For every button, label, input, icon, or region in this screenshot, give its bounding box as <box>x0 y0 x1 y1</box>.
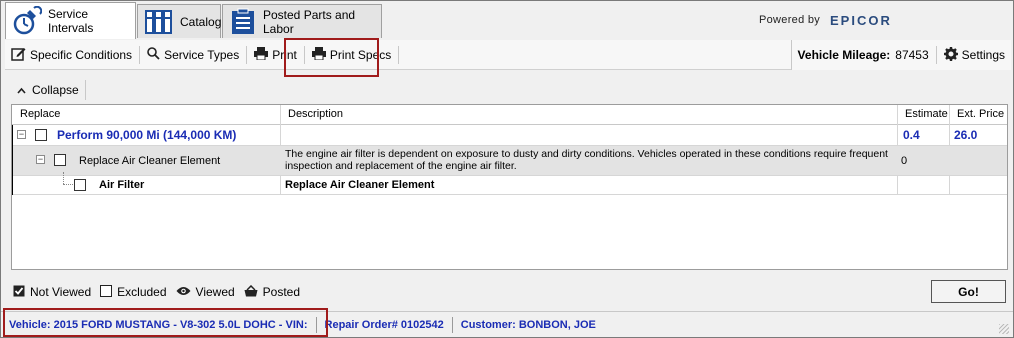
tab-catalog[interactable]: Catalog <box>137 4 221 38</box>
legend-viewed: Viewed <box>195 285 235 299</box>
settings-label: Settings <box>961 48 1005 62</box>
basket-icon <box>244 284 258 300</box>
epicor-logo: EPICOR <box>830 13 892 28</box>
clipboard-list-icon <box>229 7 257 37</box>
status-legend: Not Viewed Excluded Viewed Posted <box>13 284 300 300</box>
grid-header: Replace Description Estimate Ext. Price <box>12 105 1007 125</box>
legend-excluded: Excluded <box>117 285 167 299</box>
table-row[interactable]: − Perform 90,000 Mi (144,000 KM) 0.4 26.… <box>12 125 1007 146</box>
collapse-button[interactable]: Collapse <box>11 80 86 100</box>
vehicle-info-highlight <box>3 308 328 337</box>
service-operation-name: Replace Air Cleaner Element <box>79 155 221 167</box>
toolbar-separator <box>398 45 400 64</box>
collapse-bar: Collapse <box>11 79 1007 101</box>
tab-label: Catalog <box>180 14 222 29</box>
search-icon <box>147 46 160 63</box>
settings-button[interactable]: Settings <box>938 44 1011 66</box>
legend-not-viewed: Not Viewed <box>30 285 92 299</box>
tree-connector <box>63 172 64 184</box>
edit-icon <box>11 46 26 64</box>
empty-box-icon <box>100 284 113 300</box>
ext-price-value: 26.0 <box>954 128 978 142</box>
catalog-books-icon <box>144 7 174 37</box>
checked-box-icon <box>13 285 25 300</box>
toolbar-separator <box>246 45 248 64</box>
vehicle-mileage-value: 87453 <box>895 48 929 62</box>
service-description: The engine air filter is dependent on ex… <box>285 148 888 172</box>
eye-icon <box>176 285 191 299</box>
legend-posted: Posted <box>262 285 301 299</box>
column-header-description[interactable]: Description <box>288 108 343 120</box>
print-specs-highlight <box>284 38 379 77</box>
column-header-ext-price[interactable]: Ext. Price <box>957 108 1004 120</box>
powered-by-text: Powered by <box>759 14 821 26</box>
collapse-node-icon[interactable]: − <box>17 130 26 139</box>
service-types-label: Service Types <box>164 47 240 62</box>
vehicle-mileage-label: Vehicle Mileage: <box>797 48 891 62</box>
service-types-button[interactable]: Service Types <box>141 44 245 66</box>
table-row[interactable]: Air Filter Replace Air Cleaner Element <box>12 172 1007 195</box>
estimate-value: 0.4 <box>903 128 920 142</box>
column-header-replace[interactable]: Replace <box>20 108 60 120</box>
row-checkbox[interactable] <box>74 179 86 191</box>
row-checkbox[interactable] <box>35 129 47 141</box>
toolbar-separator <box>935 46 937 64</box>
go-button[interactable]: Go! <box>931 280 1006 303</box>
tab-label: Service Intervals <box>48 7 94 35</box>
app-window: Service Intervals Catalog Posted Parts a… <box>0 0 1014 338</box>
tab-posted-parts-labor[interactable]: Posted Parts and Labor <box>222 4 382 38</box>
estimate-value: 0 <box>901 155 908 167</box>
collapse-label: Collapse <box>32 83 79 97</box>
specific-conditions-label: Specific Conditions <box>30 47 133 62</box>
row-left-border <box>12 125 13 195</box>
tree-connector <box>63 184 73 185</box>
tab-label: Posted Parts and Labor <box>263 7 356 36</box>
part-description: Replace Air Cleaner Element <box>285 179 435 191</box>
resize-grip-icon[interactable] <box>999 324 1009 334</box>
row-checkbox[interactable] <box>54 154 66 166</box>
customer-info: Customer: BONBON, JOE <box>460 318 596 331</box>
collapse-node-icon[interactable]: − <box>36 155 45 164</box>
tab-service-intervals[interactable]: Service Intervals <box>5 2 136 39</box>
toolbar: Specific Conditions Service Types Print … <box>5 40 1011 70</box>
column-header-estimate[interactable]: Estimate <box>905 108 948 120</box>
service-grid: Replace Description Estimate Ext. Price … <box>11 104 1008 270</box>
printer-icon <box>254 46 269 63</box>
service-interval-name: Perform 90,000 Mi (144,000 KM) <box>57 128 237 142</box>
wrench-clock-icon <box>12 6 42 36</box>
mileage-settings-group: Vehicle Mileage: 87453 Settings <box>790 40 1011 70</box>
toolbar-separator <box>139 45 141 64</box>
specific-conditions-button[interactable]: Specific Conditions <box>5 44 138 66</box>
part-name: Air Filter <box>99 179 145 191</box>
table-row[interactable]: − Replace Air Cleaner Element The engine… <box>12 146 1007 176</box>
repair-order-info: Repair Order# 0102542 <box>317 316 453 333</box>
chevron-up-icon <box>17 83 26 97</box>
gear-icon <box>943 46 958 64</box>
